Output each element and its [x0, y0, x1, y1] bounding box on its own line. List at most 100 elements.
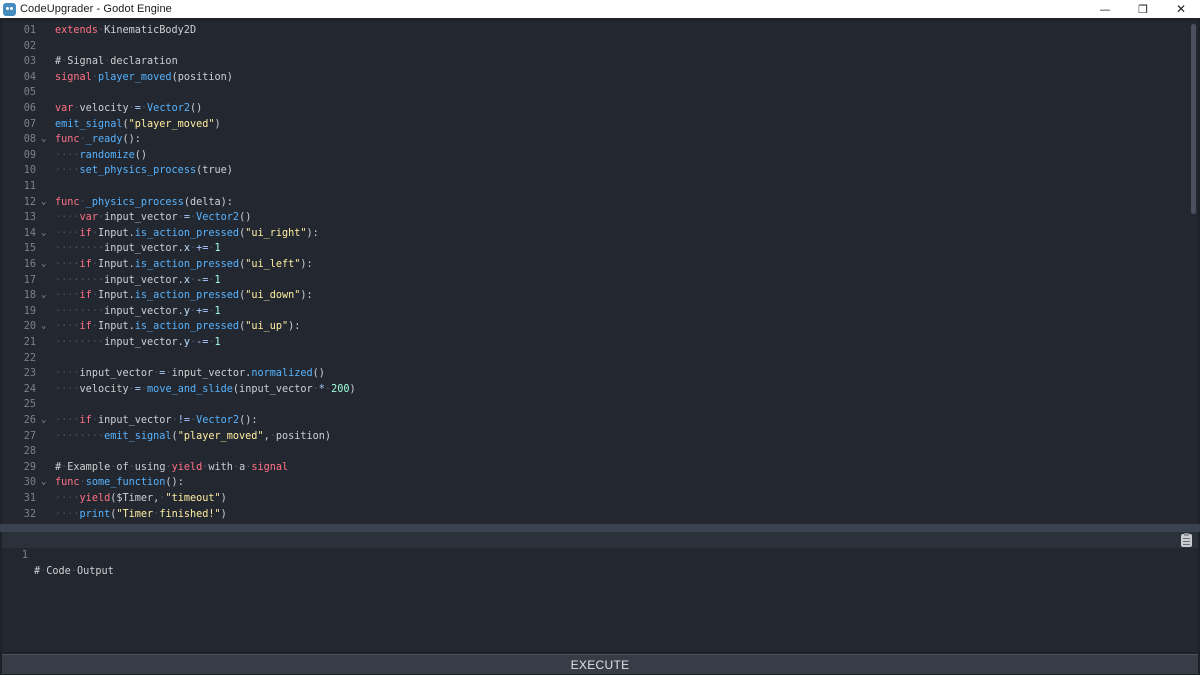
line-code: ········input_vector.y·-=·1 [55, 335, 221, 351]
output-line-number: 1 [21, 550, 28, 561]
line-code: ····input_vector·=·input_vector.normaliz… [55, 366, 325, 382]
close-button[interactable]: ✕ [1162, 0, 1200, 18]
code-token: func [55, 134, 80, 146]
chevron-down-icon[interactable]: ⌄ [41, 132, 51, 148]
line-code: ····if·input_vector·!=·Vector2(): [55, 413, 257, 429]
code-line[interactable]: 29 #·Example·of·using·yield·with·a·signal [2, 460, 1182, 476]
line-number: 32 [23, 508, 36, 520]
code-token: input_vector [97, 415, 172, 426]
chevron-down-icon[interactable]: ⌄ [41, 257, 51, 273]
chevron-down-icon[interactable]: ⌄ [41, 319, 51, 335]
code-line[interactable]: 02 [2, 39, 1182, 55]
code-token: Vector2 [196, 212, 240, 224]
code-token: Vector2 [147, 103, 190, 114]
line-code: #·Signal·declaration [55, 54, 178, 70]
code-token: ): [300, 259, 313, 270]
code-editor[interactable]: 01 extends·KinematicBody2D 02 03 #·Signal·de… [2, 21, 1198, 524]
code-line[interactable]: 06 var·velocity·=·Vector2() [2, 101, 1182, 117]
output-panel[interactable]: 1 #·Code·Output [2, 532, 1198, 652]
code-line[interactable]: 26 ⌄ ····if·input_vector·!=·Vector2(): [2, 413, 1182, 429]
code-token: var [79, 212, 98, 224]
title-bar: CodeUpgrader - Godot Engine — ❐ ✕ [0, 0, 1200, 18]
code-token: ········ [55, 243, 105, 255]
code-line[interactable]: 22 [2, 351, 1182, 367]
code-token: (): [165, 477, 184, 489]
code-line[interactable]: 05 [2, 85, 1182, 101]
code-line[interactable]: 01 extends·KinematicBody2D [2, 23, 1182, 39]
code-line[interactable]: 09 ····randomize() [2, 148, 1182, 164]
code-line[interactable]: 23 ····input_vector·=·input_vector.normal… [2, 366, 1182, 382]
line-number: 06 [23, 103, 36, 114]
code-line[interactable]: 14 ⌄ ····if·Input.is_action_pressed("ui_ri… [2, 226, 1182, 242]
line-code: ····var·input_vector·=·Vector2() [55, 210, 251, 226]
clipboard-icon[interactable] [1181, 533, 1192, 547]
output-line: 1 #·Code·Output [2, 532, 1198, 577]
line-number: 19 [23, 305, 36, 317]
chevron-down-icon[interactable]: ⌄ [41, 288, 51, 304]
line-number: 09 [23, 149, 36, 161]
code-line[interactable]: 13 ····var·input_vector·=·Vector2() [2, 210, 1182, 226]
code-token: signal [55, 71, 92, 83]
code-token: ) [220, 493, 227, 504]
window-title: CodeUpgrader - Godot Engine [20, 3, 172, 15]
minimize-button[interactable]: — [1086, 0, 1124, 18]
code-token: input_vector. [171, 368, 252, 380]
code-token: "timeout" [165, 493, 221, 504]
code-line[interactable]: 15 ········input_vector.x·+=·1 [2, 241, 1182, 257]
code-line[interactable]: 17 ········input_vector.x·-=·1 [2, 273, 1182, 289]
code-token: Input. [97, 259, 135, 270]
code-line[interactable]: 16 ⌄ ····if·Input.is_action_pressed("ui_le… [2, 257, 1182, 273]
code-line[interactable]: 12 ⌄ func·_physics_process(delta): [2, 195, 1182, 211]
chevron-down-icon[interactable]: ⌄ [41, 475, 51, 491]
code-line[interactable]: 30 ⌄ func·some_function(): [2, 475, 1182, 491]
code-token: if [79, 321, 92, 333]
chevron-down-icon[interactable]: ⌄ [41, 195, 51, 211]
code-token: input_vector. [104, 243, 184, 255]
code-token: ···· [55, 493, 80, 504]
restore-button[interactable]: ❐ [1124, 0, 1162, 18]
code-token: ···· [55, 149, 80, 161]
line-code: ····if·Input.is_action_pressed("ui_right… [55, 226, 319, 242]
code-token: input_vector [79, 368, 154, 380]
execute-button[interactable]: EXECUTE [2, 654, 1198, 674]
code-line[interactable]: 08 ⌄ func·_ready(): [2, 132, 1182, 148]
code-token: velocity [79, 103, 129, 114]
code-token: input_vector. [104, 305, 184, 317]
editor-scrollbar[interactable] [1191, 24, 1196, 214]
code-line[interactable]: 31 ····yield($Timer,·"timeout") [2, 491, 1182, 507]
line-code: ····velocity·=·move_and_slide(input_vect… [55, 382, 356, 398]
code-line[interactable]: 21 ········input_vector.y·-=·1 [2, 335, 1182, 351]
code-line[interactable]: 20 ⌄ ····if·Input.is_action_pressed("ui_up… [2, 319, 1182, 335]
code-line[interactable]: 32 ····print("Timer·finished!") [2, 507, 1182, 523]
code-line[interactable]: 10 ····set_physics_process(true) [2, 163, 1182, 179]
code-token: -= [196, 337, 209, 348]
code-token: ): [288, 321, 301, 333]
code-line[interactable]: 11 [2, 179, 1182, 195]
code-line[interactable]: 04 signal·player_moved(position) [2, 70, 1182, 86]
code-line[interactable]: 25 [2, 397, 1182, 413]
code-token: Input. [97, 290, 135, 302]
code-token: is_action_pressed [134, 321, 240, 333]
code-token: () [239, 212, 252, 224]
code-token: "player_moved" [177, 430, 264, 442]
code-line[interactable]: 03 #·Signal·declaration [2, 54, 1182, 70]
line-number: 17 [23, 274, 36, 286]
code-token: ) [214, 118, 221, 130]
line-number: 08 [23, 134, 36, 146]
chevron-down-icon[interactable]: ⌄ [41, 226, 51, 242]
code-token: () [189, 103, 203, 114]
panel-splitter[interactable] [0, 524, 1200, 532]
code-line[interactable]: 19 ········input_vector.y·+=·1 [2, 304, 1182, 320]
code-line[interactable]: 28 [2, 444, 1182, 460]
line-number: 29 [23, 461, 36, 473]
code-token: if [79, 290, 92, 302]
code-line[interactable]: 18 ⌄ ····if·Input.is_action_pressed("ui_do… [2, 288, 1182, 304]
code-token: "ui_left" [245, 259, 301, 270]
code-line[interactable]: 27 ········emit_signal("player_moved",·po… [2, 429, 1182, 445]
code-line[interactable]: 07 emit_signal("player_moved") [2, 117, 1182, 133]
code-line[interactable]: 24 ····velocity·=·move_and_slide(input_ve… [2, 382, 1182, 398]
code-token: != [177, 415, 190, 426]
code-token: ···· [55, 321, 80, 333]
chevron-down-icon[interactable]: ⌄ [41, 413, 51, 429]
line-code: ········input_vector.x·+=·1 [55, 241, 221, 257]
